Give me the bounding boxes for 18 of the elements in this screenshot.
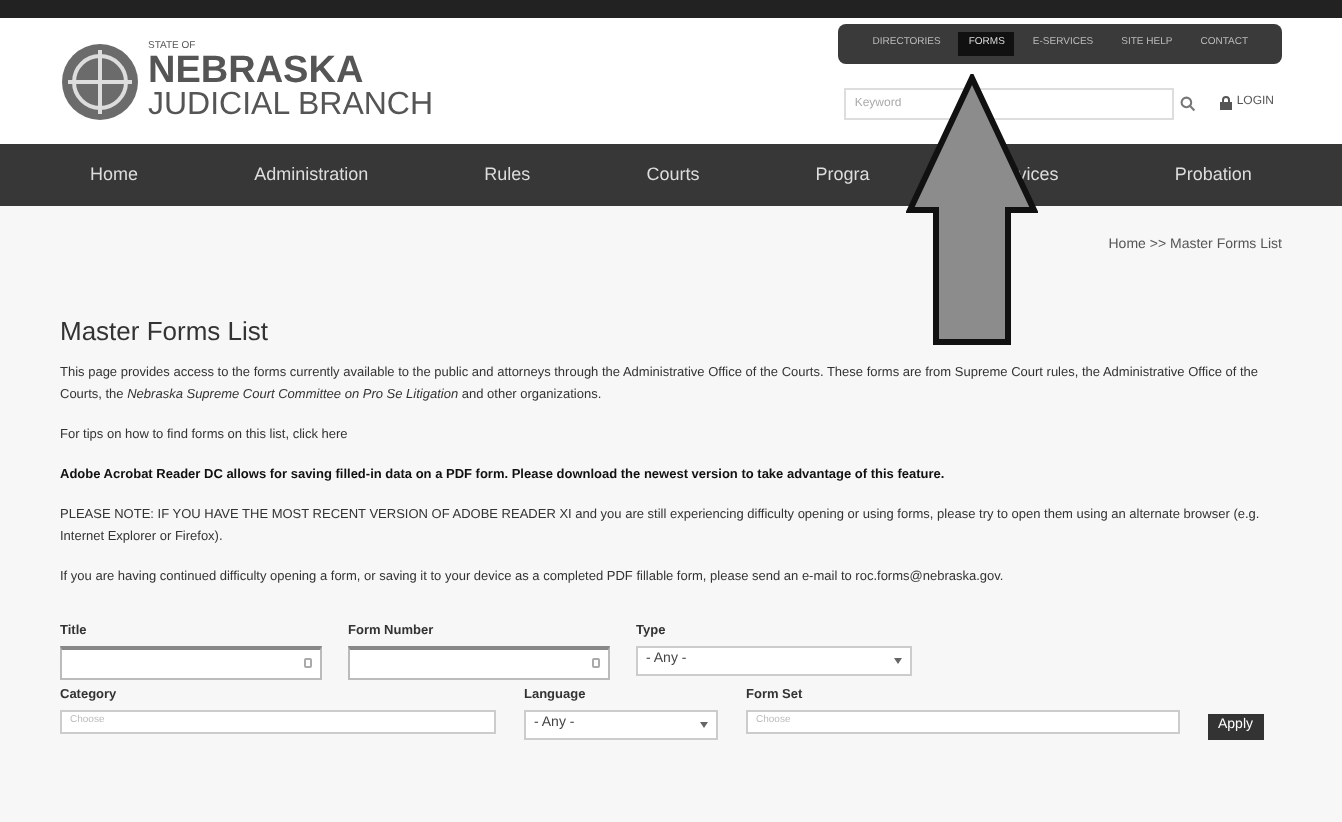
caret-icon: [894, 657, 902, 664]
nav-link[interactable]: Home: [90, 161, 139, 189]
logo-text: NEBRASKA: [148, 51, 366, 89]
nav-link[interactable]: Rules: [484, 161, 531, 189]
seal-icon: [60, 41, 140, 121]
nav-link[interactable]: Courts: [646, 161, 700, 189]
clear-icon: [304, 658, 312, 669]
logo-text: JUDICIAL BRANCH: [148, 89, 434, 121]
lock-icon: [1220, 96, 1233, 110]
nav-link[interactable]: Progra: [815, 161, 870, 189]
caret-icon: [700, 721, 708, 727]
search-icon[interactable]: [1180, 95, 1197, 111]
page-title: Master Forms List: [60, 313, 271, 349]
input-field[interactable]: [348, 645, 610, 680]
input-field[interactable]: [60, 645, 322, 680]
nav-link[interactable]: Administration: [254, 161, 369, 189]
clear-icon: [592, 658, 600, 669]
nav-link[interactable]: Probation: [1174, 161, 1252, 189]
